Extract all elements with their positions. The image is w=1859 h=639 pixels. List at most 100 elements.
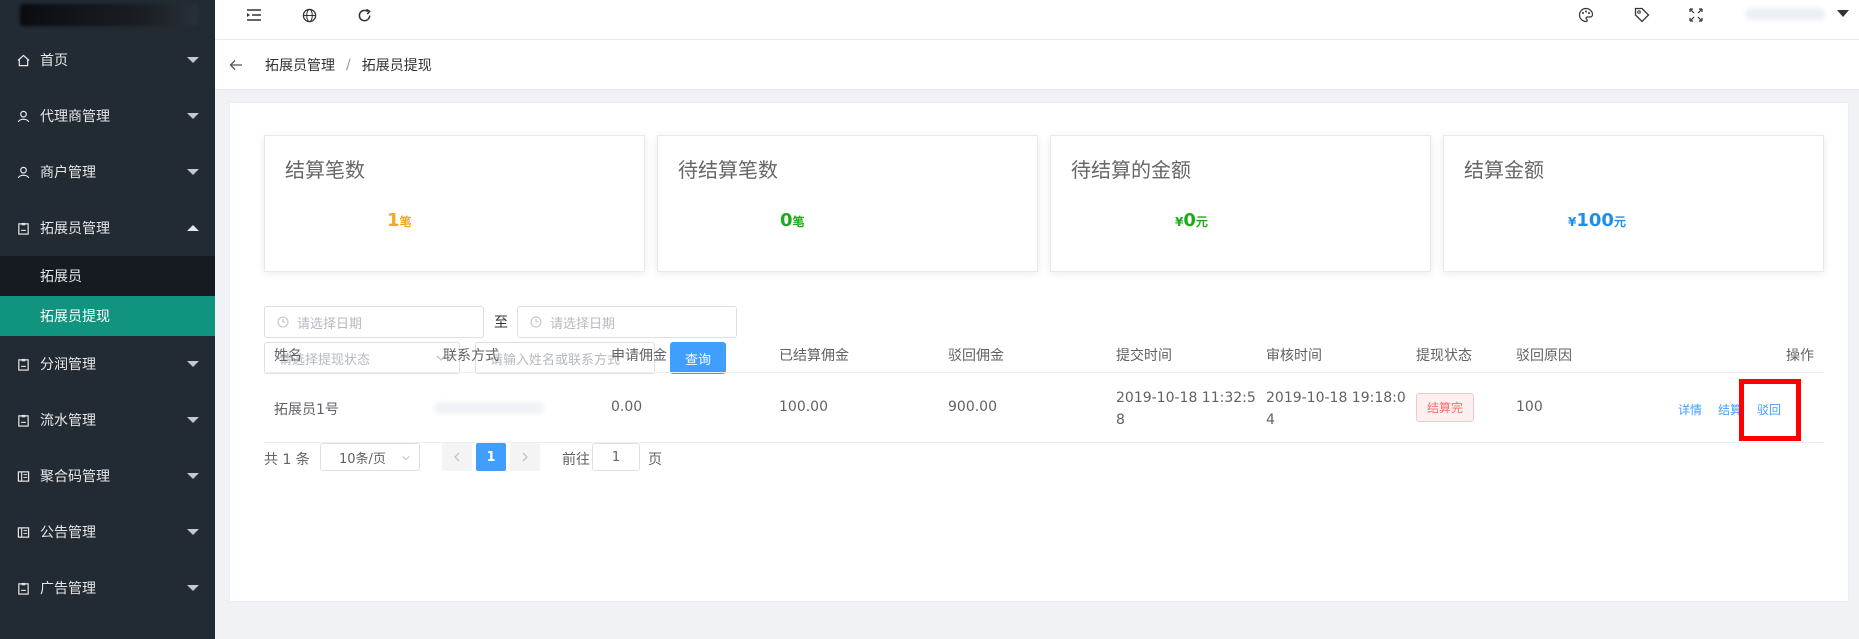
col-header: 提交时间 [1116,348,1172,364]
submenu-item-label: 拓展员 [40,269,82,285]
sidebar-item-aggregate-codes[interactable]: 聚合码管理 [0,448,215,504]
submenu-item-promoter[interactable]: 拓展员 [0,256,215,296]
pagination: 共 1 条 10条/页 1 前往 1 页 [264,443,864,473]
sidebar-item-profit-sharing[interactable]: 分润管理 [0,336,215,392]
list-icon [16,525,30,539]
end-date-input[interactable]: 请选择日期 [517,306,737,338]
user-icon [16,165,30,179]
sidebar-item-label: 聚合码管理 [40,469,110,485]
clipboard-icon [16,357,30,371]
goto-label: 前往 [562,452,590,468]
goto-page-input[interactable]: 1 [592,443,640,471]
table-header: 姓名 联系方式 申请佣金 已结算佣金 驳回佣金 提交时间 审核时间 提现状态 驳… [264,335,1824,373]
col-header: 审核时间 [1266,348,1322,364]
caret-down-icon [187,529,199,535]
stat-value: 1笔 [387,210,412,231]
col-header: 驳回佣金 [948,348,1004,364]
globe-icon[interactable] [300,6,318,24]
clipboard-icon [16,581,30,595]
clock-icon [277,316,289,328]
pagination-total: 共 1 条 [264,452,310,468]
highlight-annotation [1739,379,1801,441]
sidebar-item-label: 分润管理 [40,357,96,373]
sidebar-item-transactions[interactable]: 流水管理 [0,392,215,448]
promoters-submenu: 拓展员 拓展员提现 [0,256,215,336]
date-range-separator: 至 [494,315,508,331]
palette-icon[interactable] [1577,6,1595,24]
submenu-item-promoter-withdrawal[interactable]: 拓展员提现 [0,296,215,336]
cell-reason: 100 [1516,399,1543,415]
sidebar-item-label: 流水管理 [40,413,96,429]
cell-apply: 0.00 [611,399,643,415]
cell-phone [434,402,544,414]
caret-down-icon [187,361,199,367]
page-number-button[interactable]: 1 [476,443,506,471]
withdrawal-table: 姓名 联系方式 申请佣金 已结算佣金 驳回佣金 提交时间 审核时间 提现状态 驳… [264,335,1824,443]
sidebar-item-label: 公告管理 [40,525,96,541]
top-bar [215,0,1859,40]
status-badge: 结算完 [1416,393,1475,422]
sidebar-item-label: 拓展员管理 [40,221,110,237]
sidebar-item-announcements[interactable]: 公告管理 [0,504,215,560]
caret-down-icon [187,113,199,119]
page-size-select[interactable]: 10条/页 [320,443,420,471]
breadcrumb-separator: / [346,56,351,73]
col-header: 联系方式 [443,348,499,364]
stat-card-pending-count: 待结算笔数 0笔 [657,135,1038,272]
user-name[interactable] [1745,8,1825,20]
back-arrow-icon[interactable] [229,59,247,71]
cell-name: 拓展员1号 [274,402,339,418]
caret-down-icon[interactable] [1837,10,1849,17]
sidebar-item-label: 广告管理 [40,581,96,597]
breadcrumb-current: 拓展员提现 [361,57,432,74]
stat-value: ¥100元 [1568,210,1626,231]
col-header: 已结算佣金 [779,348,849,364]
cell-rejected: 900.00 [948,399,997,415]
detail-link[interactable]: 详情 [1678,401,1702,418]
stat-title: 待结算的金额 [1071,158,1191,182]
stat-title: 待结算笔数 [678,158,778,182]
table-row: 拓展员1号 0.00 100.00 900.00 2019-10-18 11:3… [264,373,1824,443]
sidebar: 首页 代理商管理 商户管理 拓展员管理 拓展员 拓展员提现 分润管理 流水管理 … [0,0,215,639]
col-header: 驳回原因 [1516,348,1572,364]
stat-value: 0笔 [780,210,805,231]
caret-down-icon [187,585,199,591]
col-header: 操作 [1786,348,1814,364]
cell-audit-time: 2019-10-18 19:18:0 4 [1266,390,1406,428]
chevron-down-icon [401,452,411,467]
sidebar-item-label: 商户管理 [40,165,96,181]
sidebar-item-promoters[interactable]: 拓展员管理 [0,200,215,256]
clock-icon [530,316,542,328]
menu-fold-icon[interactable] [245,6,263,24]
breadcrumb: 拓展员管理 / 拓展员提现 [215,40,1859,90]
sidebar-item-home[interactable]: 首页 [0,32,215,88]
submenu-item-label: 拓展员提现 [40,309,110,325]
caret-up-icon [187,225,199,231]
stat-title: 结算金额 [1464,158,1544,182]
stat-card-settled-amount: 结算金额 ¥100元 [1443,135,1824,272]
tag-icon[interactable] [1633,6,1651,24]
sidebar-item-label: 首页 [40,53,68,69]
cell-settled: 100.00 [779,399,828,415]
logo [0,0,215,32]
prev-page-button[interactable] [442,443,472,471]
stat-value: ¥0元 [1175,210,1208,231]
caret-down-icon [187,169,199,175]
sidebar-item-merchants[interactable]: 商户管理 [0,144,215,200]
caret-down-icon [187,417,199,423]
breadcrumb-parent[interactable]: 拓展员管理 [265,55,335,75]
next-page-button[interactable] [510,443,540,471]
start-date-input[interactable]: 请选择日期 [264,306,484,338]
cell-submit-time: 2019-10-18 11:32:5 8 [1116,390,1256,428]
refresh-icon[interactable] [355,6,373,24]
col-header: 提现状态 [1416,348,1472,364]
stat-card-settlement-count: 结算笔数 1笔 [264,135,645,272]
fullscreen-icon[interactable] [1687,6,1705,24]
home-icon [16,53,30,67]
clipboard-icon [16,221,30,235]
sidebar-item-ads[interactable]: 广告管理 [0,560,215,616]
page-suffix: 页 [648,452,662,468]
col-header: 申请佣金 [611,348,667,364]
sidebar-item-agents[interactable]: 代理商管理 [0,88,215,144]
user-icon [16,109,30,123]
